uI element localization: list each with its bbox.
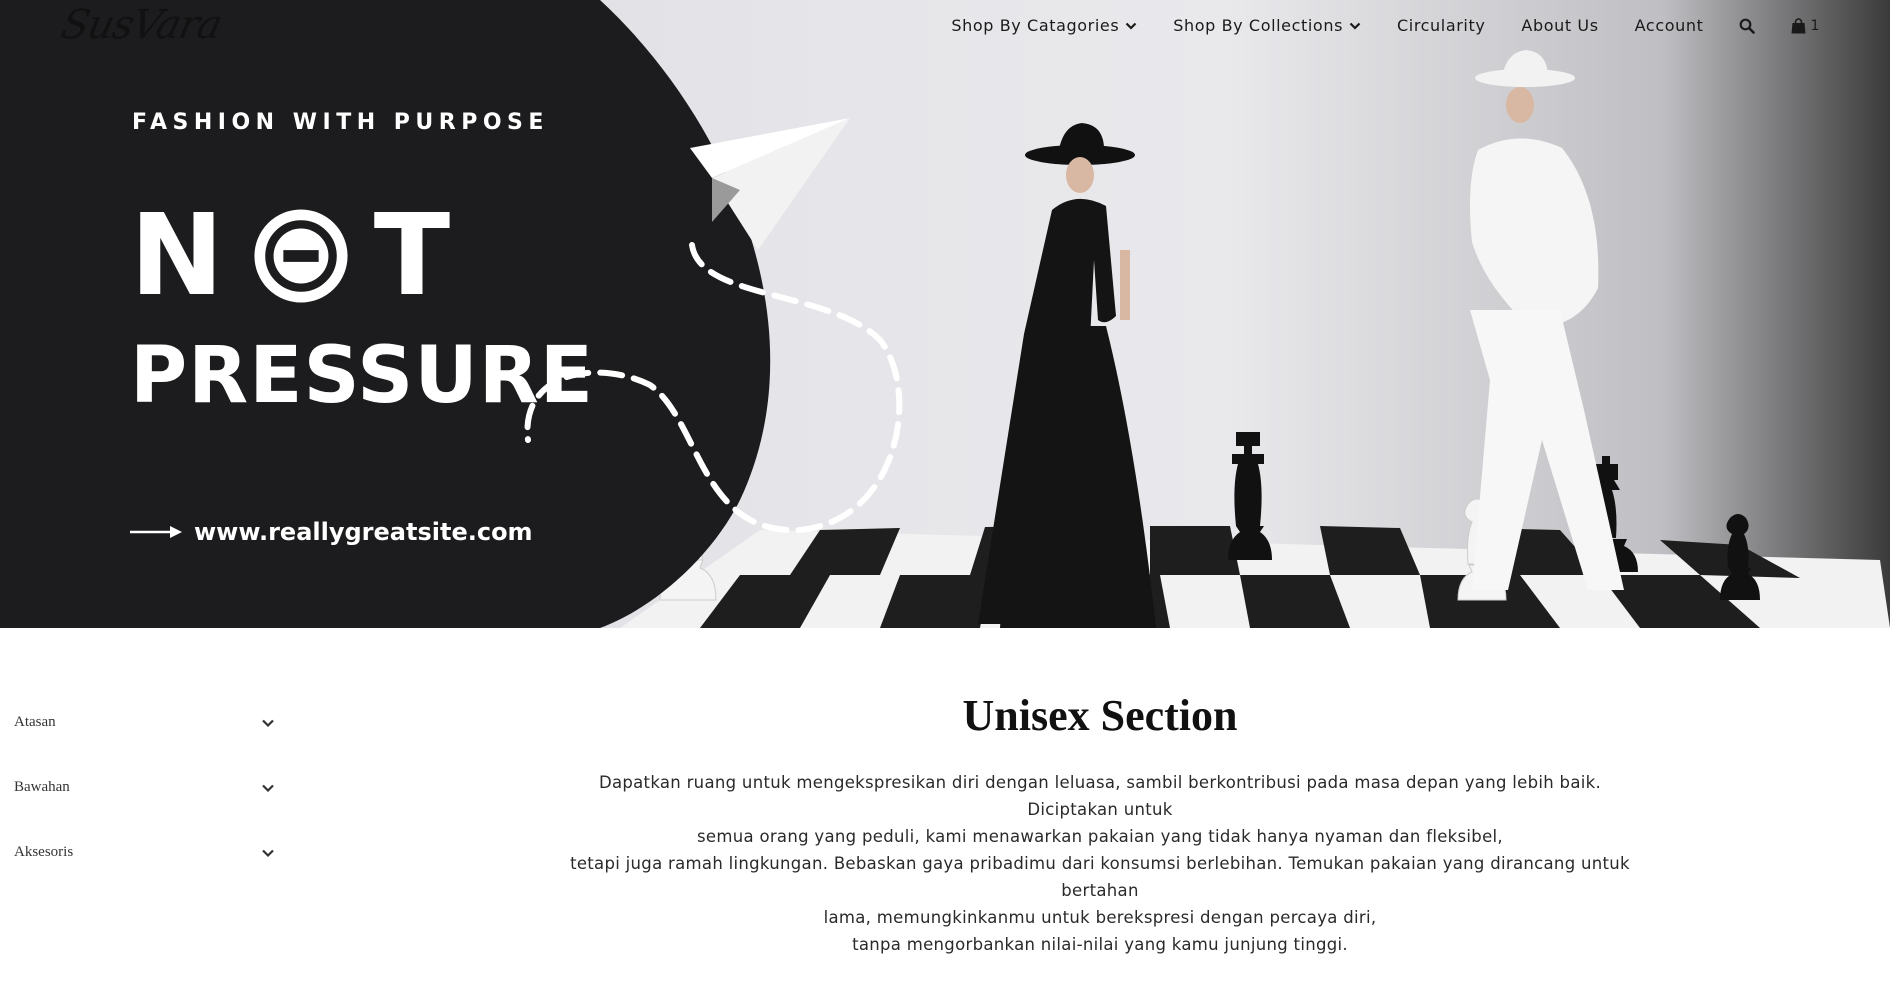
filter-label: Atasan (14, 714, 56, 730)
hero-banner: SusVara Shop By Catagories Shop By Colle… (0, 0, 1890, 628)
brand-logo[interactable]: SusVara (57, 2, 226, 48)
headline-letter-t: T (373, 191, 479, 321)
nav-label: About Us (1521, 16, 1599, 35)
description-line: lama, memungkinkanmu untuk berekspresi d… (823, 908, 1377, 927)
nav-label: Shop By Collections (1173, 16, 1344, 35)
arrow-right-icon (130, 526, 182, 538)
chevron-down-icon (1125, 22, 1137, 30)
chevron-down-icon (262, 719, 274, 727)
filter-label: Aksesoris (14, 844, 74, 860)
chevron-down-icon (1349, 22, 1361, 30)
main-nav: Shop By Catagories Shop By Collections C… (951, 16, 1820, 35)
filter-aksesoris[interactable]: Aksesoris (0, 820, 290, 885)
shopping-bag-icon (1791, 17, 1806, 33)
nav-label: Shop By Catagories (951, 16, 1120, 35)
nav-circularity[interactable]: Circularity (1397, 16, 1485, 35)
website-url: www.reallygreatsite.com (194, 518, 533, 546)
search-icon (1740, 18, 1756, 34)
section-description: Dapatkan ruang untuk mengekspresikan dir… (560, 769, 1640, 958)
nav-shop-by-categories[interactable]: Shop By Catagories (951, 16, 1137, 35)
headline-letter-n: N (130, 191, 252, 321)
search-button[interactable] (1739, 18, 1756, 34)
hero-headline-not: N T (130, 200, 478, 312)
description-line: tanpa mengorbankan nilai-nilai yang kamu… (852, 935, 1348, 954)
model-woman-black (978, 123, 1156, 628)
description-line: tetapi juga ramah lingkungan. Bebaskan g… (570, 854, 1630, 900)
description-line: semua orang yang peduli, kami menawarkan… (697, 827, 1503, 846)
nav-label: Circularity (1397, 16, 1486, 35)
chevron-down-icon (262, 849, 274, 857)
filter-atasan[interactable]: Atasan (0, 690, 290, 755)
hero-headline-pressure: PRESSURE (130, 331, 595, 421)
filter-bawahan[interactable]: Bawahan (0, 755, 290, 820)
cart-count-badge: 1 (1810, 17, 1820, 34)
nav-shop-by-collections[interactable]: Shop By Collections (1173, 16, 1361, 35)
filter-label: Bawahan (14, 779, 70, 795)
model-man-white (1470, 50, 1624, 590)
unisex-section: Unisex Section Dapatkan ruang untuk meng… (560, 690, 1640, 958)
category-filter-sidebar: Atasan Bawahan Aksesoris (0, 690, 290, 885)
description-line: Dapatkan ruang untuk mengekspresikan dir… (598, 773, 1602, 819)
nav-label: Account (1634, 16, 1704, 35)
chevron-down-icon (262, 784, 274, 792)
minus-circle-icon (254, 209, 348, 303)
website-link[interactable]: www.reallygreatsite.com (130, 518, 533, 546)
nav-about-us[interactable]: About Us (1521, 16, 1598, 35)
cart-button[interactable]: 1 (1791, 18, 1820, 34)
nav-account[interactable]: Account (1635, 16, 1704, 35)
section-title: Unisex Section (962, 691, 1238, 740)
hero-tagline: FASHION WITH PURPOSE (132, 110, 549, 135)
